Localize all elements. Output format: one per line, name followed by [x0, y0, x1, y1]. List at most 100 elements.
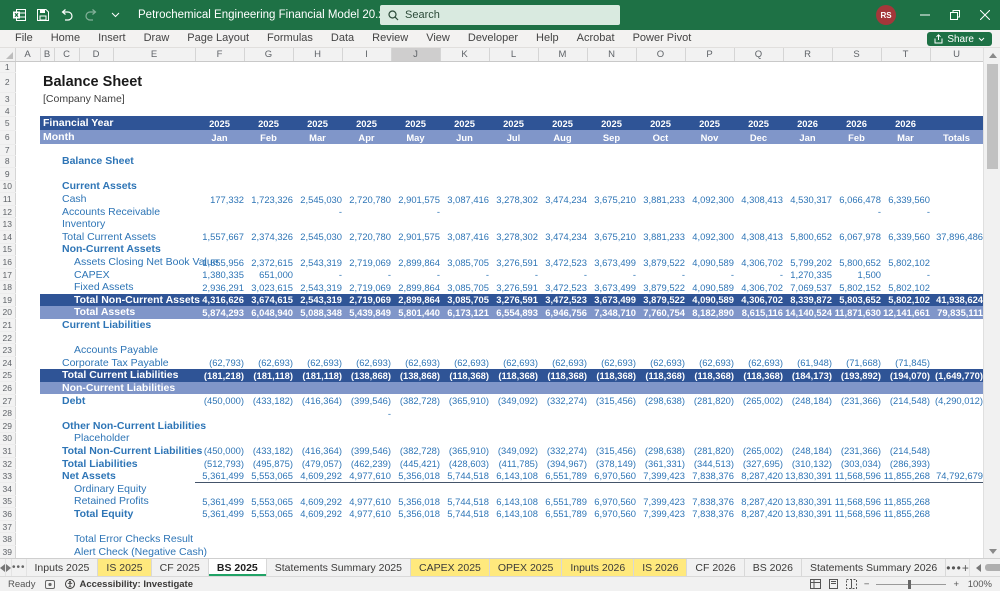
sheet-tab-bs-2025[interactable]: BS 2025 — [208, 559, 267, 576]
cell-K15[interactable] — [440, 243, 489, 256]
cell-K5[interactable]: 2025 — [440, 116, 489, 130]
cell-T28[interactable] — [881, 407, 930, 420]
cell-K9[interactable] — [440, 168, 489, 181]
cell-K11[interactable]: 3,087,416 — [440, 193, 489, 206]
cell-A22[interactable] — [15, 331, 40, 344]
column-header-Q[interactable]: Q — [734, 48, 784, 62]
cell-T29[interactable] — [881, 419, 930, 432]
cell-O23[interactable] — [636, 344, 685, 357]
cell-B2[interactable]: Balance Sheet — [40, 72, 195, 92]
row-header-16[interactable]: 16 — [0, 255, 16, 269]
cell-H1[interactable] — [293, 61, 342, 72]
column-header-R[interactable]: R — [783, 48, 833, 62]
cell-A9[interactable] — [15, 168, 40, 181]
cell-O20[interactable]: 7,760,754 — [636, 306, 685, 319]
cell-M39[interactable] — [538, 545, 587, 558]
cell-B28[interactable] — [40, 407, 195, 420]
cell-U36[interactable] — [930, 508, 983, 521]
cell-R16[interactable]: 5,799,202 — [783, 256, 832, 269]
cell-P3[interactable] — [685, 92, 734, 105]
sheet-tab-statements-summary-2025[interactable]: Statements Summary 2025 — [267, 559, 411, 576]
cell-G2[interactable] — [244, 72, 293, 92]
cell-T1[interactable] — [881, 61, 930, 72]
cell-F17[interactable]: 1,380,335 — [195, 268, 244, 281]
cell-Q12[interactable] — [734, 205, 783, 218]
cell-F4[interactable] — [195, 105, 244, 116]
cell-R39[interactable] — [783, 545, 832, 558]
cell-U31[interactable] — [930, 445, 983, 458]
cell-H3[interactable] — [293, 92, 342, 105]
cell-R13[interactable] — [783, 218, 832, 231]
cell-N13[interactable] — [587, 218, 636, 231]
column-header-I[interactable]: I — [342, 48, 392, 62]
cell-M33[interactable]: 6,551,789 — [538, 469, 587, 483]
cell-U35[interactable] — [930, 495, 983, 508]
cell-L22[interactable] — [489, 331, 538, 344]
cell-U17[interactable] — [930, 268, 983, 281]
cell-K34[interactable] — [440, 482, 489, 495]
cell-O36[interactable]: 7,399,423 — [636, 508, 685, 521]
sheet-tab-bs-2026[interactable]: BS 2026 — [745, 559, 802, 576]
cell-U21[interactable] — [930, 319, 983, 332]
cell-S22[interactable] — [832, 331, 881, 344]
cell-S2[interactable] — [832, 72, 881, 92]
cell-R2[interactable] — [783, 72, 832, 92]
cell-O4[interactable] — [636, 105, 685, 116]
cell-P17[interactable]: - — [685, 268, 734, 281]
cell-F23[interactable] — [195, 344, 244, 357]
cell-L32[interactable]: (411,785) — [489, 457, 538, 470]
cell-U8[interactable] — [930, 155, 983, 168]
cell-L24[interactable]: (62,693) — [489, 357, 538, 370]
cell-S38[interactable] — [832, 533, 881, 546]
sheet-tab-opex-2025[interactable]: OPEX 2025 — [489, 559, 563, 576]
cell-G12[interactable] — [244, 205, 293, 218]
cell-P8[interactable] — [685, 155, 734, 168]
cell-N15[interactable] — [587, 243, 636, 256]
column-header-P[interactable]: P — [685, 48, 735, 62]
row-header-9[interactable]: 9 — [0, 167, 16, 181]
cell-J3[interactable] — [391, 92, 440, 105]
cell-O30[interactable] — [636, 432, 685, 445]
cell-T39[interactable] — [881, 545, 930, 558]
cell-K6[interactable]: Jun — [440, 130, 489, 144]
cell-O22[interactable] — [636, 331, 685, 344]
cell-T4[interactable] — [881, 105, 930, 116]
column-header-E[interactable]: E — [113, 48, 196, 62]
cell-M19[interactable]: 3,472,523 — [538, 293, 587, 307]
cell-B33[interactable]: Net Assets — [40, 470, 195, 483]
cell-J14[interactable]: 2,901,575 — [391, 231, 440, 244]
cell-L9[interactable] — [489, 168, 538, 181]
cell-B32[interactable]: Total Liabilities — [40, 457, 195, 470]
cell-N32[interactable]: (378,149) — [587, 457, 636, 470]
cell-H25[interactable]: (181,118) — [293, 369, 342, 382]
cell-Q8[interactable] — [734, 155, 783, 168]
cell-H32[interactable]: (479,057) — [293, 457, 342, 470]
cell-I18[interactable]: 2,719,069 — [342, 281, 391, 294]
cell-K38[interactable] — [440, 533, 489, 546]
cell-Q33[interactable]: 8,287,420 — [734, 469, 783, 483]
cell-A14[interactable] — [15, 231, 40, 244]
cell-F26[interactable] — [195, 381, 244, 395]
cell-A11[interactable] — [15, 193, 40, 206]
cell-S34[interactable] — [832, 482, 881, 495]
cell-R5[interactable]: 2026 — [783, 116, 832, 130]
cell-A37[interactable] — [15, 520, 40, 533]
cell-O32[interactable]: (361,331) — [636, 457, 685, 470]
row-header-14[interactable]: 14 — [0, 230, 16, 244]
cell-H24[interactable]: (62,693) — [293, 357, 342, 370]
cell-S28[interactable] — [832, 407, 881, 420]
cell-N38[interactable] — [587, 533, 636, 546]
ribbon-tab-review[interactable]: Review — [363, 30, 417, 47]
cell-A15[interactable] — [15, 243, 40, 256]
cell-H31[interactable]: (416,364) — [293, 445, 342, 458]
cell-M29[interactable] — [538, 419, 587, 432]
cell-L27[interactable]: (349,092) — [489, 394, 538, 407]
cell-N29[interactable] — [587, 419, 636, 432]
cell-K28[interactable] — [440, 407, 489, 420]
cell-J17[interactable]: - — [391, 268, 440, 281]
redo-icon[interactable] — [80, 2, 102, 28]
cell-J31[interactable]: (382,728) — [391, 445, 440, 458]
cell-F28[interactable] — [195, 407, 244, 420]
cell-Q39[interactable] — [734, 545, 783, 558]
cell-N25[interactable]: (118,368) — [587, 369, 636, 382]
